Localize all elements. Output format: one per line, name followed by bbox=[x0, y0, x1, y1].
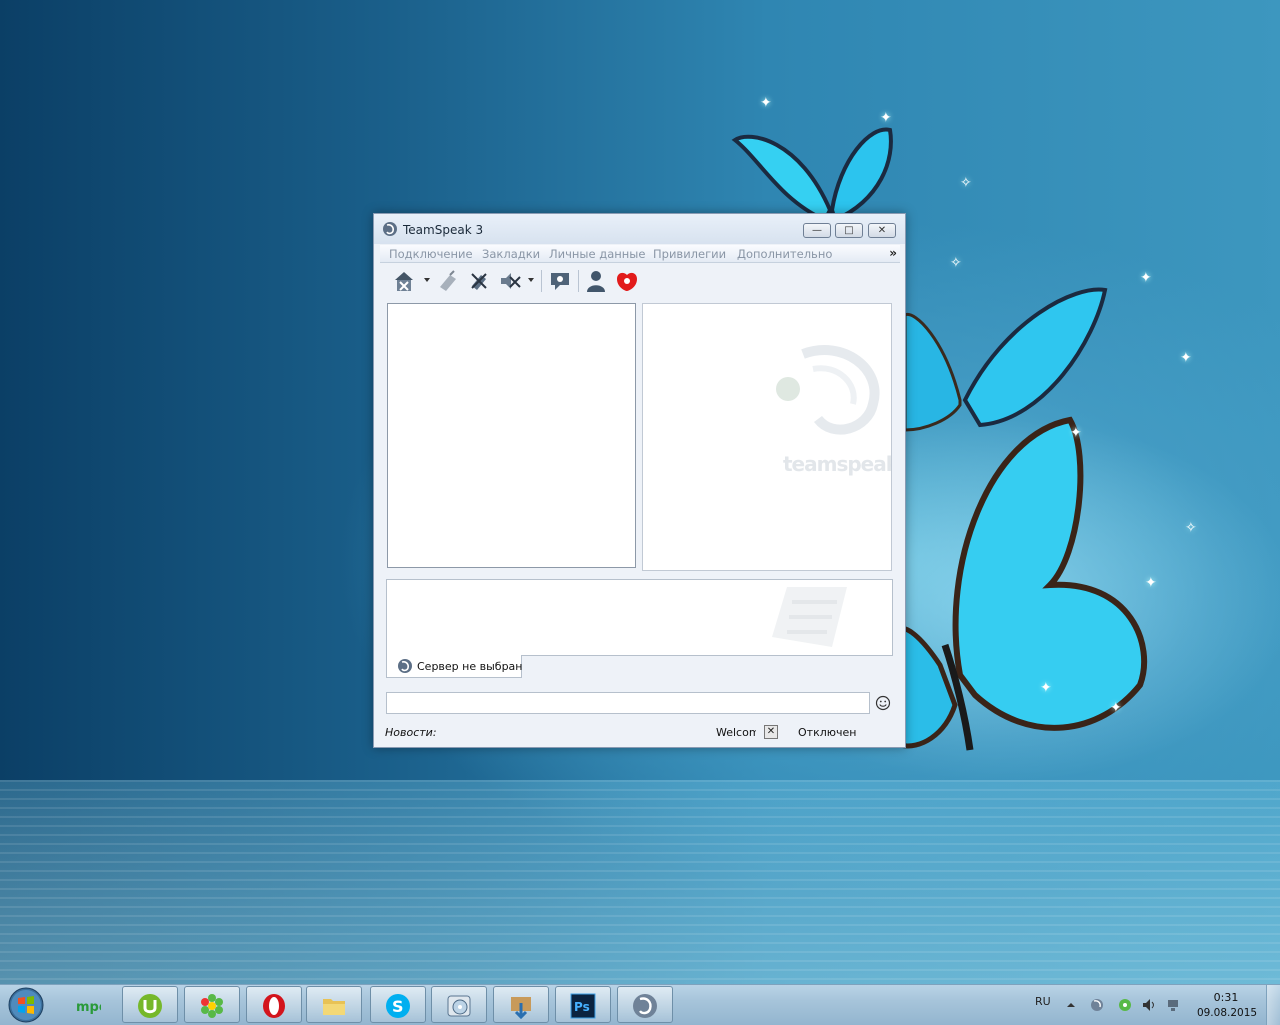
taskbar-explorer[interactable] bbox=[306, 986, 362, 1023]
title-bar[interactable]: TeamSpeak 3 — □ ✕ bbox=[374, 214, 905, 244]
taskbar-opera[interactable] bbox=[246, 986, 302, 1023]
channel-tree-panel[interactable] bbox=[387, 303, 636, 568]
chat-log-panel[interactable] bbox=[386, 579, 893, 656]
dvd-player-icon bbox=[447, 995, 471, 1017]
teamspeak-window: TeamSpeak 3 — □ ✕ Подключение Закладки Л… bbox=[373, 213, 906, 748]
taskbar-skype[interactable]: S bbox=[370, 986, 426, 1023]
connection-status: Отключен bbox=[798, 726, 857, 739]
chat-tab-label: Сервер не выбран bbox=[417, 660, 523, 673]
sparkle: ✦ bbox=[1110, 700, 1122, 716]
menu-permissions[interactable]: Привилегии bbox=[653, 247, 726, 261]
chat-tab-server[interactable]: Сервер не выбран bbox=[386, 655, 522, 678]
sparkle: ✦ bbox=[1145, 575, 1157, 591]
sparkle: ✦ bbox=[1180, 350, 1192, 366]
status-bar: Новости: Welcome ✕ Отключен bbox=[374, 722, 905, 746]
teamspeak-logo-icon bbox=[383, 222, 397, 236]
maximize-button[interactable]: □ bbox=[835, 223, 863, 238]
toolbar-separator bbox=[541, 270, 542, 292]
ts3-logo-red-icon[interactable] bbox=[615, 269, 639, 293]
sparkle: ✧ bbox=[950, 255, 962, 271]
taskbar-icq[interactable] bbox=[184, 986, 240, 1023]
news-label: Новости: bbox=[385, 726, 437, 739]
tray-utorrent-icon[interactable] bbox=[1118, 998, 1132, 1012]
show-desktop-button[interactable] bbox=[1266, 985, 1280, 1025]
opera-icon bbox=[263, 994, 285, 1018]
sparkle: ✦ bbox=[1040, 680, 1052, 696]
menu-bookmarks[interactable]: Закладки bbox=[482, 247, 540, 261]
menu-connections[interactable]: Подключение bbox=[389, 247, 473, 261]
sparkle: ✧ bbox=[960, 175, 972, 191]
icq-flower-icon bbox=[201, 994, 223, 1018]
minimize-button[interactable]: — bbox=[803, 223, 831, 238]
taskbar-dvd[interactable] bbox=[431, 986, 487, 1023]
away-icon[interactable] bbox=[436, 269, 460, 293]
water-reflection bbox=[0, 780, 1280, 984]
mute-speakers-icon[interactable] bbox=[498, 269, 522, 293]
close-button[interactable]: ✕ bbox=[868, 223, 896, 238]
window-title: TeamSpeak 3 bbox=[403, 223, 484, 237]
emoticon-icon[interactable] bbox=[875, 695, 891, 711]
clock-date[interactable]: 09.08.2015 bbox=[1196, 1007, 1258, 1019]
taskbar-mpc[interactable]: mpc bbox=[60, 986, 116, 1023]
taskbar-downloads[interactable] bbox=[493, 986, 549, 1023]
taskbar: mpc S Ps RU 0:31 09.08.2015 bbox=[0, 984, 1280, 1025]
chat-watermark-logo bbox=[772, 587, 847, 647]
network-icon[interactable] bbox=[1166, 998, 1180, 1012]
toolbar bbox=[384, 266, 896, 296]
sparkle: ✧ bbox=[1185, 520, 1197, 536]
menu-extras[interactable]: Дополнительно bbox=[737, 247, 832, 261]
photoshop-icon: Ps bbox=[570, 993, 596, 1019]
sparkle: ✦ bbox=[880, 110, 892, 126]
svg-text:mpc: mpc bbox=[76, 1000, 101, 1015]
minimize-icon: — bbox=[812, 225, 822, 236]
volume-icon[interactable] bbox=[1142, 998, 1156, 1012]
tray-teamspeak-icon[interactable] bbox=[1090, 998, 1104, 1012]
teamspeak-logo-icon bbox=[633, 994, 657, 1018]
sparkle: ✦ bbox=[1070, 425, 1082, 441]
download-manager-icon bbox=[511, 997, 531, 1019]
skype-icon: S bbox=[386, 994, 410, 1018]
taskbar-photoshop[interactable]: Ps bbox=[555, 986, 611, 1023]
teamspeak-watermark-text: teamspeak3 bbox=[783, 452, 891, 476]
clock-time[interactable]: 0:31 bbox=[1200, 991, 1252, 1004]
close-icon: ✕ bbox=[877, 225, 887, 236]
menu-more-chevron[interactable]: » bbox=[889, 246, 897, 260]
chat-message-input[interactable] bbox=[386, 692, 870, 714]
utorrent-icon bbox=[138, 994, 162, 1018]
start-button[interactable] bbox=[3, 986, 49, 1024]
svg-text:S: S bbox=[392, 997, 404, 1016]
contacts-icon[interactable] bbox=[584, 269, 608, 293]
toolbar-separator bbox=[578, 270, 579, 292]
menu-self[interactable]: Личные данные bbox=[549, 247, 645, 261]
menu-bar: Подключение Закладки Личные данные Приви… bbox=[380, 245, 900, 263]
server-info-panel: teamspeak3 bbox=[642, 303, 892, 571]
sparkle: ✦ bbox=[1140, 270, 1152, 286]
tray-expand-icon[interactable] bbox=[1066, 1000, 1076, 1010]
maximize-icon: □ bbox=[844, 225, 854, 236]
taskbar-teamspeak[interactable] bbox=[617, 986, 673, 1023]
mute-microphone-icon[interactable] bbox=[467, 269, 491, 293]
mpc-icon: mpc bbox=[76, 1000, 101, 1015]
svg-text:Ps: Ps bbox=[574, 1000, 590, 1014]
disconnect-icon[interactable] bbox=[392, 269, 416, 293]
news-close-button[interactable]: ✕ bbox=[764, 725, 778, 739]
disconnect-dropdown-arrow[interactable] bbox=[424, 278, 430, 282]
sparkle: ✦ bbox=[760, 95, 772, 111]
close-icon: ✕ bbox=[766, 726, 776, 737]
subscribe-icon[interactable] bbox=[548, 269, 572, 293]
mute-speakers-dropdown-arrow[interactable] bbox=[528, 278, 534, 282]
language-indicator[interactable]: RU bbox=[1035, 995, 1051, 1008]
folder-icon bbox=[323, 999, 345, 1015]
taskbar-utorrent[interactable] bbox=[122, 986, 178, 1023]
news-ticker: Welcome bbox=[716, 726, 756, 739]
teamspeak-watermark-logo bbox=[776, 345, 880, 435]
teamspeak-logo-icon bbox=[398, 659, 412, 673]
